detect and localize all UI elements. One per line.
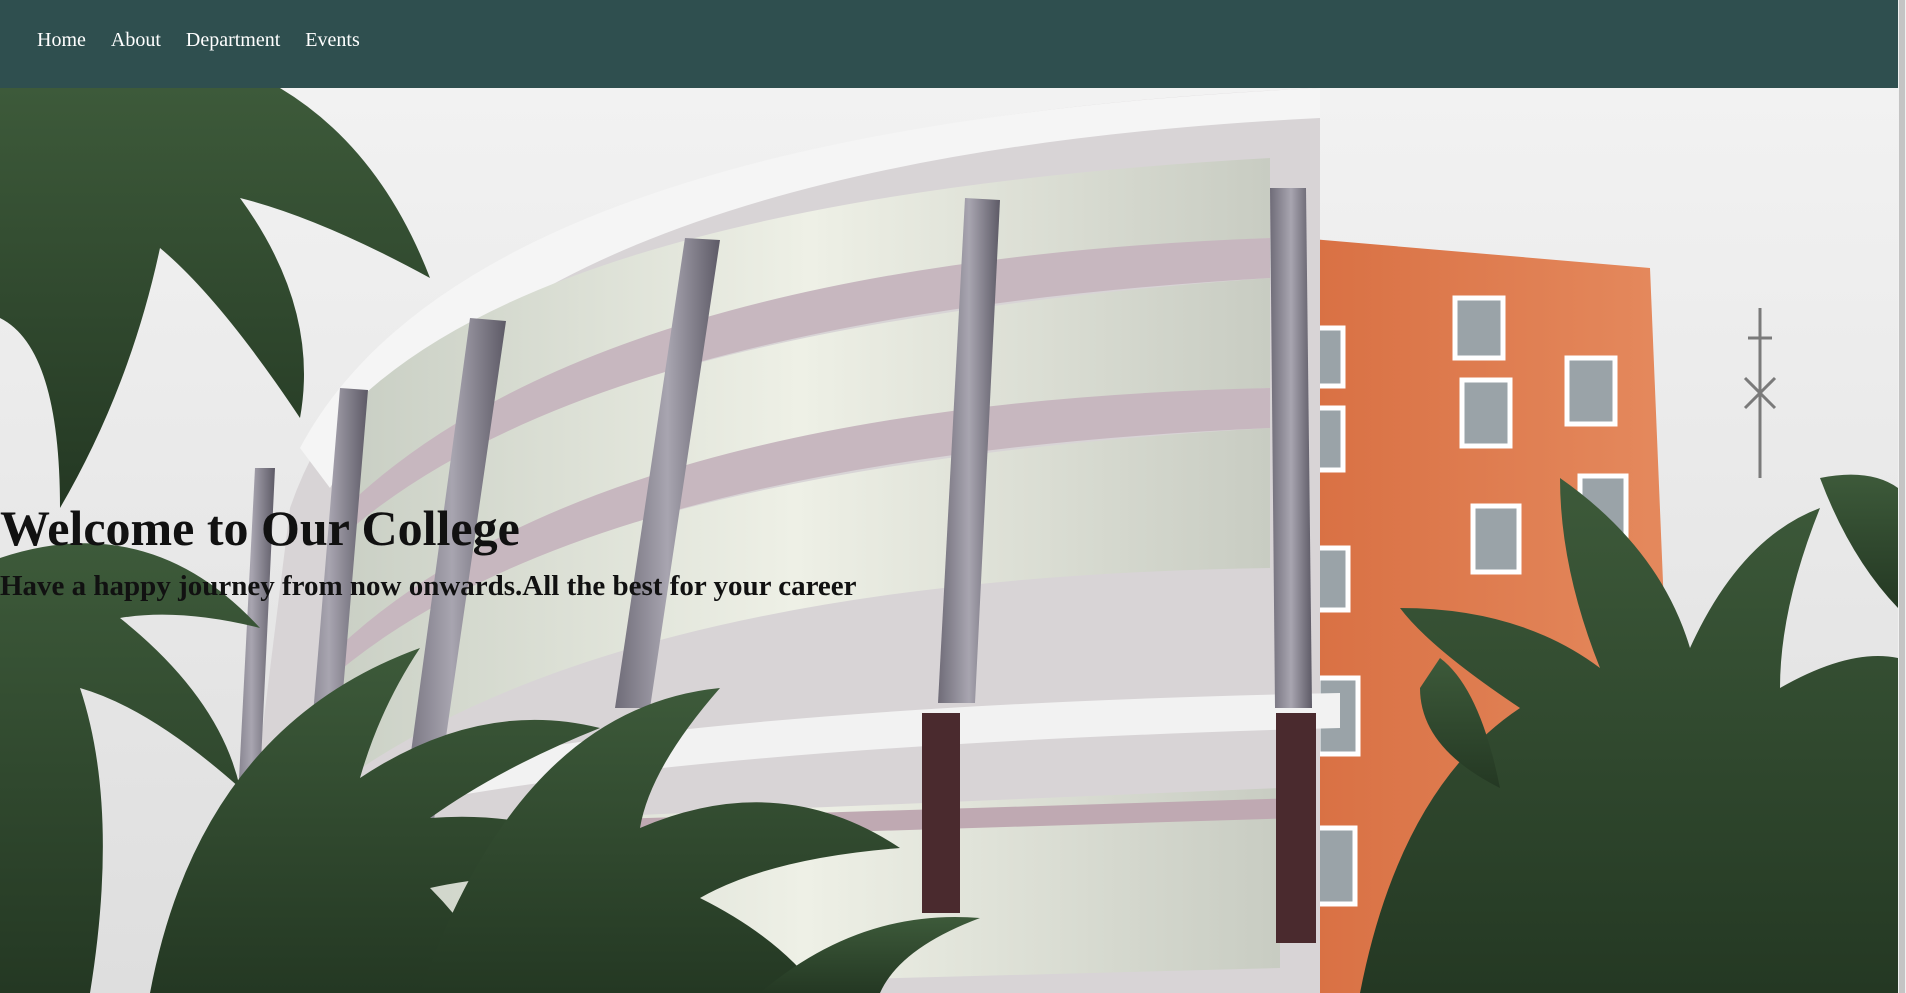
hero-subtitle: Have a happy journey from now onwards.Al…: [0, 570, 857, 602]
nav-menu: Home About Department Events: [37, 26, 385, 54]
nav-link-department[interactable]: Department: [186, 29, 280, 51]
top-navbar: Home About Department Events: [0, 0, 1898, 88]
nav-item-events: Events: [305, 26, 359, 54]
nav-item-home: Home: [37, 26, 86, 54]
nav-item-about: About: [111, 26, 161, 54]
hero-section: Welcome to Our College Have a happy jour…: [0, 88, 1898, 993]
nav-item-department: Department: [186, 26, 280, 54]
hero-title: Welcome to Our College: [0, 500, 520, 556]
vertical-scrollbar[interactable]: [1898, 0, 1906, 993]
scrollbar-thumb[interactable]: [1899, 0, 1905, 993]
nav-link-home[interactable]: Home: [37, 29, 86, 51]
nav-link-events[interactable]: Events: [305, 29, 359, 51]
nav-link-about[interactable]: About: [111, 29, 161, 51]
